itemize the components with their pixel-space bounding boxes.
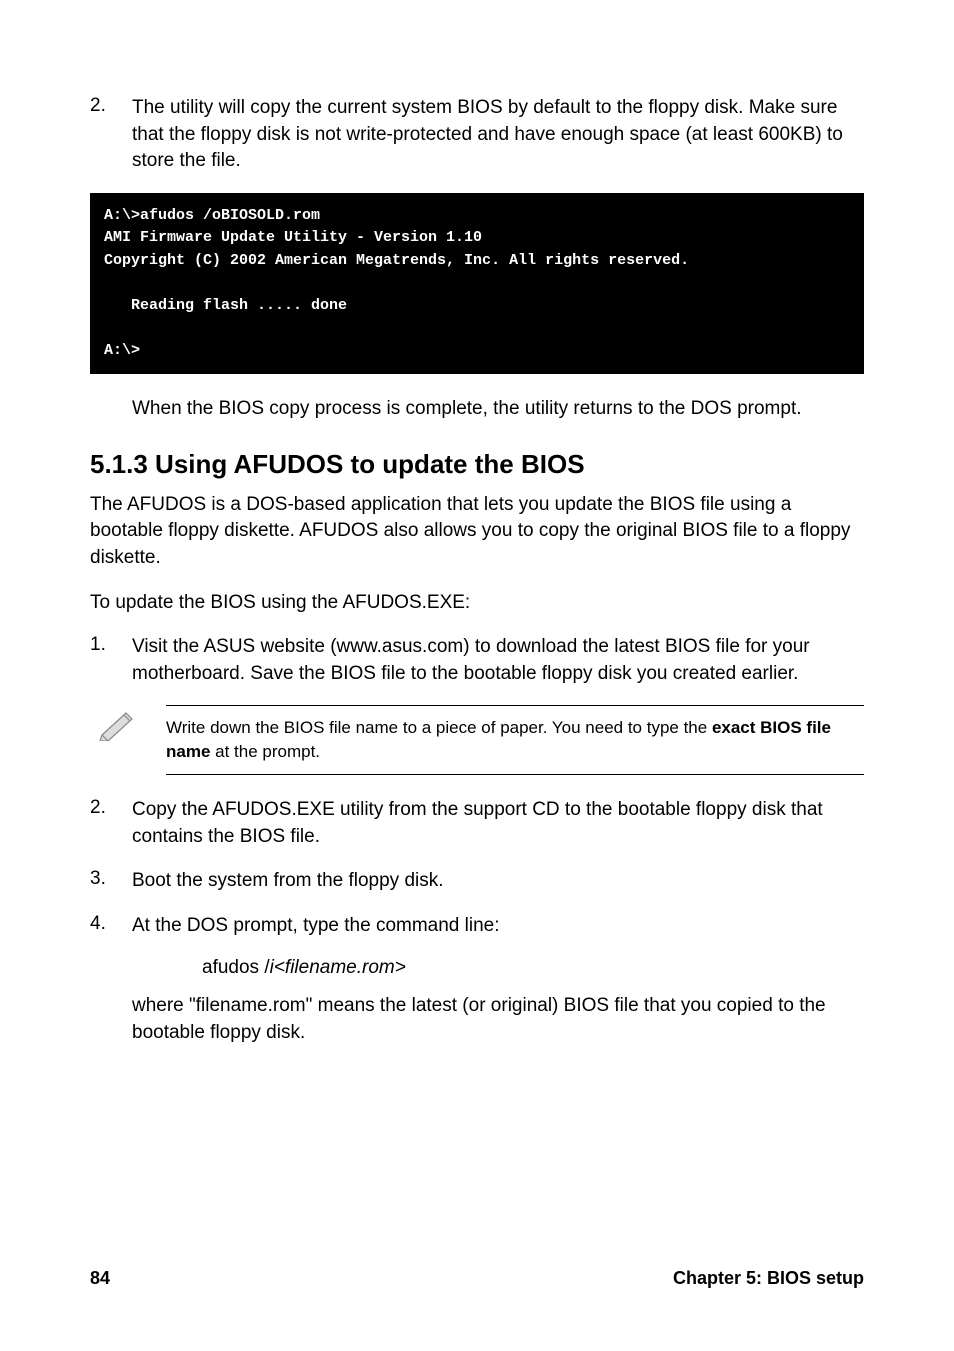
list-text: Boot the system from the floppy disk. — [132, 868, 444, 895]
note-post: at the prompt. — [210, 742, 320, 761]
terminal-output: A:\>afudos /oBIOSOLD.rom AMI Firmware Up… — [90, 193, 864, 375]
list-item-2: 2. Copy the AFUDOS.EXE utility from the … — [90, 797, 864, 850]
list-text: The utility will copy the current system… — [132, 95, 864, 175]
page-footer: 84 Chapter 5: BIOS setup — [90, 1268, 864, 1289]
list-text: Copy the AFUDOS.EXE utility from the sup… — [132, 797, 864, 850]
note-text: Write down the BIOS file name to a piece… — [166, 705, 864, 775]
intro-paragraph-2: To update the BIOS using the AFUDOS.EXE: — [90, 590, 864, 617]
list-number: 4. — [90, 913, 132, 940]
command-line: afudos /i<filename.rom> — [202, 957, 864, 979]
chapter-label: Chapter 5: BIOS setup — [673, 1268, 864, 1289]
page-number: 84 — [90, 1268, 110, 1289]
list-item-3: 3. Boot the system from the floppy disk. — [90, 868, 864, 895]
note-callout: Write down the BIOS file name to a piece… — [90, 705, 864, 775]
list-text: Visit the ASUS website (www.asus.com) to… — [132, 634, 864, 687]
list-item-1: 1. Visit the ASUS website (www.asus.com)… — [90, 634, 864, 687]
list-text: At the DOS prompt, type the command line… — [132, 913, 500, 940]
list-number: 2. — [90, 797, 132, 850]
note-pre: Write down the BIOS file name to a piece… — [166, 718, 712, 737]
post-code-paragraph: When the BIOS copy process is complete, … — [132, 396, 864, 423]
list-number: 3. — [90, 868, 132, 895]
step-2: 2. The utility will copy the current sys… — [90, 95, 864, 175]
where-paragraph: where "filename.rom" means the latest (o… — [132, 993, 864, 1046]
pencil-icon — [90, 705, 166, 746]
list-item-4: 4. At the DOS prompt, type the command l… — [90, 913, 864, 940]
intro-paragraph-1: The AFUDOS is a DOS-based application th… — [90, 492, 864, 572]
list-number: 2. — [90, 95, 132, 175]
cmd-plain: afudos / — [202, 957, 270, 978]
cmd-italic: i<filename.rom> — [270, 957, 406, 978]
section-heading: 5.1.3 Using AFUDOS to update the BIOS — [90, 449, 864, 480]
list-number: 1. — [90, 634, 132, 687]
